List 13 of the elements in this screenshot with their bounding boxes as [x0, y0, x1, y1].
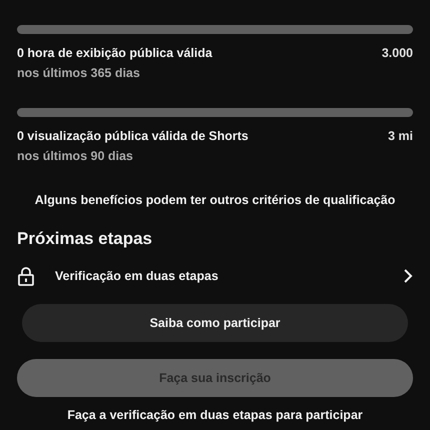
- requirement-period: nos últimos 90 dias: [17, 149, 134, 163]
- lock-icon: [17, 266, 35, 286]
- requirement-label: 0 visualização pública válida de Shorts: [17, 129, 248, 143]
- requirement-target: 3.000: [382, 46, 413, 60]
- next-step-item[interactable]: Verificação em duas etapas: [17, 265, 413, 287]
- requirement-period: nos últimos 365 dias: [17, 66, 141, 80]
- requirement-target: 3 mi: [388, 129, 413, 143]
- requirement-label: 0 hora de exibição pública válida: [17, 46, 212, 60]
- chevron-right-icon: [403, 268, 413, 284]
- footer-text: Faça a verificação em duas etapas para participar: [66, 408, 364, 422]
- note-text: Alguns benefícios podem ter outros critérios de qualificação: [34, 193, 396, 207]
- learn-more-button[interactable]: Saiba como participar: [22, 304, 408, 342]
- section-title: Próximas etapas: [17, 229, 154, 249]
